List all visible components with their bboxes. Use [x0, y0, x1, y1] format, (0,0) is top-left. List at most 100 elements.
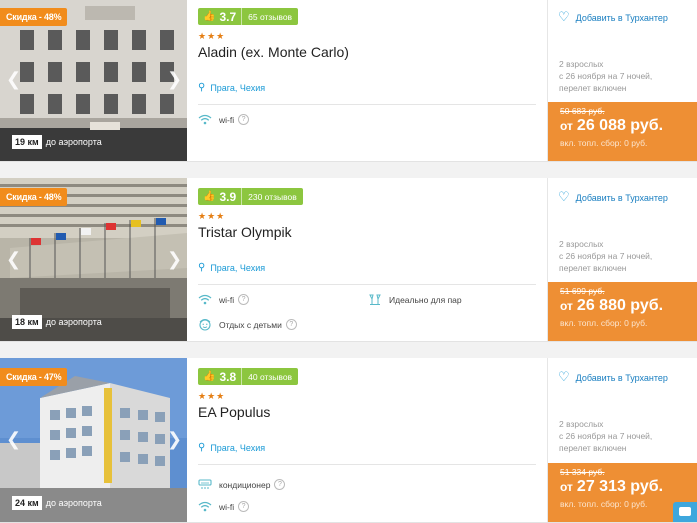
hotel-info: 👍 3.7 65 отзывов ★★★ Aladin (ex. Monte Ca… — [198, 0, 538, 161]
amenity-air-conditioner: кондиционер ? — [198, 479, 286, 490]
airport-distance: 18 км до аэропорта — [12, 315, 102, 329]
rating-badge[interactable]: 👍 3.7 65 отзывов — [198, 8, 299, 25]
help-icon[interactable]: ? — [238, 114, 250, 125]
add-to-favorites-button[interactable]: ♡ Добавить в Турхантер — [558, 10, 668, 25]
price-button[interactable]: 50 683 руб. от 26 088 руб. вкл. топл. сбо… — [548, 102, 697, 161]
help-icon[interactable]: ? — [238, 501, 250, 512]
price-from: от — [560, 119, 573, 133]
hotel-name[interactable]: EA Populus — [198, 404, 270, 420]
add-to-favorites-button[interactable]: ♡ Добавить в Турхантер — [558, 190, 668, 205]
price-from: от — [560, 480, 573, 494]
trip-details: 2 взрослых с 26 ноября на 7 ночей, перел… — [559, 238, 652, 274]
chat-icon — [679, 507, 691, 516]
location-text: Прага, Чехия — [210, 262, 266, 273]
amenity-label: кондиционер — [219, 479, 271, 490]
hotel-name[interactable]: Aladin (ex. Monte Carlo) — [198, 44, 349, 60]
discount-badge: Скидка - 47% — [0, 368, 68, 386]
amenity-kids: Отдых с детьми ? — [198, 318, 297, 331]
location-text: Прага, Чехия — [210, 82, 266, 93]
airport-distance: 19 км до аэропорта — [12, 135, 102, 149]
amenity-label: wi-fi — [219, 501, 235, 512]
photo-prev-arrow[interactable]: ❮ — [6, 69, 21, 90]
add-to-favorites-button[interactable]: ♡ Добавить в Турхантер — [558, 370, 668, 385]
fuel-fee: вкл. топл. сбор: 0 руб. — [560, 499, 648, 509]
price-column: ♡ Добавить в Турхантер 2 взрослых с 26 н… — [548, 358, 697, 522]
reviews-count[interactable]: 230 отзывов — [242, 192, 303, 202]
map-pin-icon: ⚲ — [198, 262, 206, 273]
thumbs-up-icon: 👍 — [203, 11, 216, 22]
reviews-count[interactable]: 65 отзывов — [242, 12, 298, 22]
hotel-photo[interactable]: Скидка - 48% ❮ ❯ 19 км до аэропорта — [0, 0, 187, 161]
amenity-label: wi-fi — [219, 114, 235, 125]
amenity-couple: Идеально для пар — [368, 294, 462, 306]
hotel-info: 👍 3.9 230 отзывов ★★★ Tristar Olympik ⚲ П… — [198, 178, 538, 341]
rating-score: 3.9 — [219, 189, 237, 204]
price: от 27 313 руб. — [560, 478, 685, 496]
old-price: 50 683 руб. — [560, 106, 605, 116]
discount-badge: Скидка - 48% — [0, 8, 68, 26]
air-conditioner-icon — [198, 479, 212, 489]
photo-next-arrow[interactable]: ❯ — [167, 430, 182, 450]
divider — [198, 104, 536, 105]
divider — [198, 464, 536, 465]
hotel-card[interactable]: Скидка - 47% ❮ ❯ 24 км до аэропорта 👍 3.8… — [0, 358, 697, 523]
fuel-fee: вкл. топл. сбор: 0 руб. — [560, 138, 648, 148]
hotel-location[interactable]: ⚲ Прага, Чехия — [198, 442, 265, 453]
price-column: ♡ Добавить в Турхантер 2 взрослых с 26 н… — [548, 178, 697, 341]
amenity-label: Отдых с детьми — [219, 319, 282, 330]
rating-badge[interactable]: 👍 3.8 40 отзывов — [198, 368, 299, 385]
help-icon[interactable]: ? — [274, 479, 286, 490]
wifi-icon — [198, 501, 212, 512]
hotel-info: 👍 3.8 40 отзывов ★★★ EA Populus ⚲ Прага, … — [198, 358, 538, 522]
hotel-location[interactable]: ⚲ Прага, Чехия — [198, 82, 265, 93]
favorites-label: Добавить в Турхантер — [575, 192, 668, 203]
price-button[interactable]: 51 699 руб. от 26 880 руб. вкл. топл. сбо… — [548, 282, 697, 341]
amenity-wifi: wi-fi ? — [198, 501, 250, 512]
detail-line: 2 взрослых — [559, 419, 604, 429]
amenity-label: Идеально для пар — [389, 295, 462, 305]
photo-prev-arrow[interactable]: ❮ — [6, 430, 21, 450]
fuel-fee: вкл. топл. сбор: 0 руб. — [560, 318, 648, 328]
divider — [198, 284, 536, 285]
reviews-count[interactable]: 40 отзывов — [242, 372, 298, 382]
rating-score: 3.7 — [219, 9, 237, 24]
amenity-wifi: wi-fi ? — [198, 114, 250, 125]
amenity-label: wi-fi — [219, 294, 235, 305]
photo-prev-arrow[interactable]: ❮ — [6, 249, 21, 270]
hotel-photo[interactable]: Скидка - 48% ❮ ❯ 18 км до аэропорта — [0, 178, 187, 341]
chat-widget-button[interactable] — [673, 502, 697, 522]
price-amount: 26 880 руб. — [576, 297, 664, 314]
hotel-card[interactable]: Скидка - 48% ❮ ❯ 18 км до аэропорта 👍 3.9… — [0, 178, 697, 342]
detail-line: с 26 ноября на 7 ночей, — [559, 71, 653, 81]
detail-line: с 26 ноября на 7 ночей, — [559, 431, 653, 441]
wifi-icon — [198, 114, 212, 125]
hotel-stars: ★★★ — [198, 32, 226, 42]
detail-line: перелет включен — [559, 83, 627, 93]
hotel-photo[interactable]: Скидка - 47% ❮ ❯ 24 км до аэропорта — [0, 358, 187, 522]
favorites-label: Добавить в Турхантер — [575, 12, 668, 23]
couple-icon — [369, 294, 381, 305]
distance-label: до аэропорта — [45, 317, 102, 327]
detail-line: 2 взрослых — [559, 239, 604, 249]
hotel-stars: ★★★ — [198, 212, 226, 222]
photo-next-arrow[interactable]: ❯ — [167, 69, 182, 90]
map-pin-icon: ⚲ — [198, 82, 206, 93]
rating-badge[interactable]: 👍 3.9 230 отзывов — [198, 188, 303, 205]
price: от 26 880 руб. — [560, 297, 685, 315]
help-icon[interactable]: ? — [238, 294, 250, 305]
help-icon[interactable]: ? — [285, 319, 297, 330]
photo-next-arrow[interactable]: ❯ — [167, 249, 182, 270]
trip-details: 2 взрослых с 26 ноября на 7 ночей, перел… — [559, 418, 652, 454]
distance-label: до аэропорта — [45, 137, 102, 147]
detail-line: 2 взрослых — [559, 59, 604, 69]
location-text: Прага, Чехия — [210, 442, 266, 453]
map-pin-icon: ⚲ — [198, 442, 206, 453]
detail-line: перелет включен — [559, 443, 627, 453]
kids-icon — [199, 319, 211, 331]
price-amount: 27 313 руб. — [576, 478, 664, 495]
hotel-card[interactable]: Скидка - 48% ❮ ❯ 19 км до аэропорта 👍 3.7… — [0, 0, 697, 162]
hotel-name[interactable]: Tristar Olympik — [198, 224, 292, 240]
amenity-wifi: wi-fi ? — [198, 294, 250, 305]
discount-badge: Скидка - 48% — [0, 188, 68, 206]
hotel-location[interactable]: ⚲ Прага, Чехия — [198, 262, 265, 273]
